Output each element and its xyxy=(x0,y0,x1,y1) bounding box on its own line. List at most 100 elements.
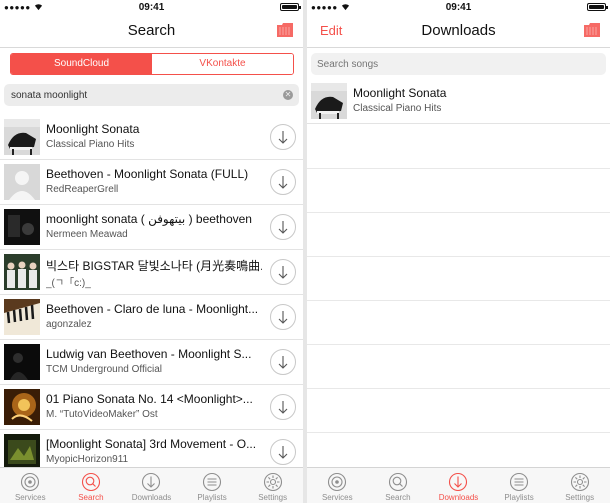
playlists-icon xyxy=(202,472,222,492)
tab-label: Search xyxy=(78,493,104,502)
album-art xyxy=(311,83,347,119)
track-subtitle: Classical Piano Hits xyxy=(353,103,442,114)
empty-row-separator xyxy=(307,168,610,169)
album-art xyxy=(4,389,40,425)
result-row[interactable]: 빅스타 BIGSTAR 달빛소나타 (月光奏鳴曲... _(ㄱ「c:)_ xyxy=(0,250,303,295)
track-title: [Moonlight Sonata] 3rd Movement - O... xyxy=(46,437,257,451)
download-button[interactable] xyxy=(270,439,296,465)
status-time: 09:41 xyxy=(138,2,165,13)
download-button[interactable] xyxy=(270,394,296,420)
folder-icon[interactable] xyxy=(277,23,293,37)
download-arrow-icon xyxy=(278,176,288,189)
track-subtitle: MyopicHorizon911 xyxy=(46,454,129,465)
tab-label: Playlists xyxy=(197,493,227,502)
segment-vkontakte[interactable]: VKontakte xyxy=(152,54,293,74)
tab-label: Downloads xyxy=(438,493,479,502)
page-title: Downloads xyxy=(421,22,496,39)
tab-downloads[interactable]: Downloads xyxy=(121,468,182,503)
tab-playlists[interactable]: Playlists xyxy=(182,468,243,503)
empty-row-separator xyxy=(307,300,610,301)
download-icon xyxy=(141,472,161,492)
tab-downloads[interactable]: Downloads xyxy=(428,468,489,503)
album-art xyxy=(4,164,40,200)
album-art xyxy=(4,299,40,335)
result-row[interactable]: Moonlight Sonata Classical Piano Hits xyxy=(0,115,303,160)
search-icon xyxy=(81,472,101,492)
battery-icon xyxy=(587,3,608,11)
playlists-icon xyxy=(509,472,529,492)
tab-search[interactable]: Search xyxy=(61,468,122,503)
download-button[interactable] xyxy=(270,304,296,330)
nav-bar: Edit Downloads xyxy=(307,14,610,48)
search-input[interactable] xyxy=(11,84,271,106)
empty-row-separator xyxy=(307,256,610,257)
result-row[interactable]: Ludwig van Beethoven - Moonlight S... TCM… xyxy=(0,340,303,385)
track-title: 01 Piano Sonata No. 14 <Moonlight>... xyxy=(46,392,253,406)
tab-label: Services xyxy=(321,493,353,502)
result-row[interactable]: 01 Piano Sonata No. 14 <Moonlight>... M. … xyxy=(0,385,303,430)
folder-icon[interactable] xyxy=(584,23,600,37)
result-row[interactable]: Beethoven - Moonlight Sonata (FULL) RedRe… xyxy=(0,160,303,205)
track-title: 빅스타 BIGSTAR 달빛소나타 (月光奏鳴曲... xyxy=(46,259,262,273)
search-icon xyxy=(388,472,408,492)
track-subtitle: TCM Underground Official xyxy=(46,364,162,375)
download-button[interactable] xyxy=(270,349,296,375)
download-button[interactable] xyxy=(270,169,296,195)
track-subtitle: M. “TutoVideoMaker” Ost xyxy=(46,409,158,420)
tab-settings[interactable]: Settings xyxy=(242,468,303,503)
services-icon xyxy=(327,472,347,492)
tab-services[interactable]: Services xyxy=(307,468,368,503)
segment-soundcloud[interactable]: SoundCloud xyxy=(11,54,152,74)
downloads-search-bar xyxy=(311,53,606,75)
settings-icon xyxy=(570,472,590,492)
status-time: 09:41 xyxy=(445,2,472,13)
tab-label: Playlists xyxy=(504,493,534,502)
result-row[interactable]: moonlight sonata ( بيتهوفن ) beethoven Ne… xyxy=(0,205,303,250)
tab-label: Downloads xyxy=(131,493,172,502)
track-subtitle: agonzalez xyxy=(46,319,92,330)
search-bar: ✕ xyxy=(4,84,299,106)
empty-row-separator xyxy=(307,212,610,213)
status-bar: ●●●●● 09:41 xyxy=(307,0,610,14)
download-arrow-icon xyxy=(278,356,288,369)
track-subtitle: Nermeen Meawad xyxy=(46,229,128,240)
source-segmented-control: SoundCloud VKontakte xyxy=(10,53,294,75)
download-button[interactable] xyxy=(270,259,296,285)
tab-settings[interactable]: Settings xyxy=(549,468,610,503)
downloads-list: Moonlight Sonata Classical Piano Hits xyxy=(307,79,610,477)
album-art xyxy=(4,434,40,470)
track-title: Beethoven - Moonlight Sonata (FULL) xyxy=(46,167,249,181)
status-bar: ●●●●● 09:41 xyxy=(0,0,303,14)
tab-label: Settings xyxy=(258,493,288,502)
result-row[interactable]: Beethoven - Claro de luna - Moonlight...… xyxy=(0,295,303,340)
tab-playlists[interactable]: Playlists xyxy=(489,468,550,503)
download-button[interactable] xyxy=(270,214,296,240)
tab-bar: Services Search Downloads Playlists Settings xyxy=(307,467,610,503)
track-title: Beethoven - Claro de luna - Moonlight... xyxy=(46,302,259,316)
track-title: Moonlight Sonata xyxy=(46,122,140,136)
download-arrow-icon xyxy=(278,221,288,234)
album-art xyxy=(4,254,40,290)
downloads-screen: ●●●●● 09:41 Edit Downloads Moonlight Son… xyxy=(307,0,610,503)
tab-search[interactable]: Search xyxy=(368,468,429,503)
download-icon xyxy=(448,472,468,492)
settings-icon xyxy=(263,472,283,492)
tab-label: Settings xyxy=(565,493,595,502)
tab-services[interactable]: Services xyxy=(0,468,61,503)
tab-label: Search xyxy=(385,493,411,502)
services-icon xyxy=(20,472,40,492)
page-title: Search xyxy=(127,22,176,39)
empty-row-separator xyxy=(307,432,610,433)
track-subtitle: RedReaperGrell xyxy=(46,184,119,195)
download-row[interactable]: Moonlight Sonata Classical Piano Hits xyxy=(307,79,610,124)
tab-label: Services xyxy=(14,493,46,502)
search-results-list: Moonlight Sonata Classical Piano Hits Beet… xyxy=(0,115,303,475)
track-title: Ludwig van Beethoven - Moonlight S... xyxy=(46,347,252,361)
track-title: Moonlight Sonata xyxy=(353,86,447,100)
download-button[interactable] xyxy=(270,124,296,150)
downloads-search-input[interactable] xyxy=(317,53,597,75)
download-arrow-icon xyxy=(278,401,288,414)
clear-search-icon[interactable]: ✕ xyxy=(283,90,293,100)
empty-row-separator xyxy=(307,344,610,345)
album-art xyxy=(4,344,40,380)
